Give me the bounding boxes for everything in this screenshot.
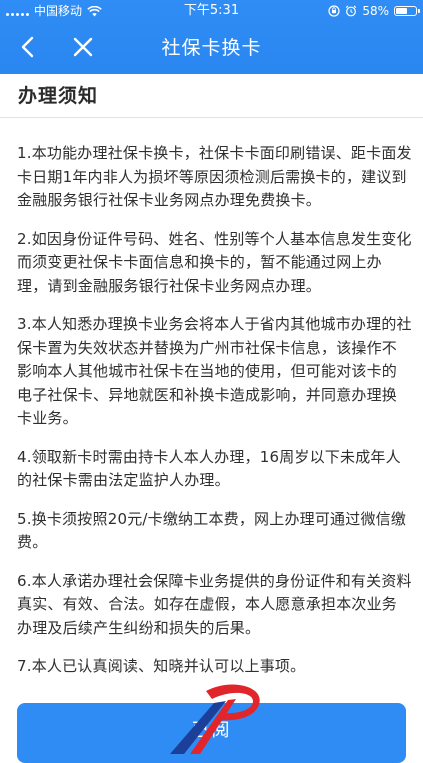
- title-divider: [0, 117, 423, 118]
- status-bar: 中国移动 下午5:31 58%: [0, 0, 423, 22]
- battery-fill: [396, 8, 407, 14]
- notice-item: 3.本人知悉办理换卡业务会将本人于省内其他城市办理的社保卡置为失效状态并替换为广…: [17, 315, 412, 427]
- battery-percent: 58%: [362, 4, 389, 18]
- nav-bar: 社保卡换卡: [0, 22, 423, 72]
- notice-item: 5.换卡须按照20元/卡缴纳工本费，网上办理可通过微信缴费。: [17, 509, 407, 552]
- app-header: 中国移动 下午5:31 58% 社保卡换卡: [0, 0, 423, 74]
- notice-item: 7.本人已认真阅读、知晓并认可以上事项。: [17, 657, 306, 675]
- notice-item: 2.如因身份证件号码、姓名、性别等个人基本信息发生变化而须变更社保卡卡面信息和换…: [17, 229, 412, 295]
- notice-item: 4.领取新卡时需由持卡人本人办理，16周岁以下未成年人的社保卡需由法定监护人办理…: [17, 447, 401, 490]
- battery-icon: [394, 6, 420, 16]
- notice-item: 1.本功能办理社保卡换卡，社保卡卡面印刷错误、距卡面发卡日期1年内非人为损坏等原…: [17, 144, 412, 209]
- notice-item: 6.本人承诺办理社会保障卡业务提供的身份证件和有关资料真实、有效、合法。如存在虚…: [17, 571, 412, 637]
- alarm-icon: [346, 5, 357, 17]
- page-title: 社保卡换卡: [161, 37, 262, 59]
- watermark-logo: [170, 684, 260, 754]
- rotation-lock-icon: [328, 5, 340, 17]
- notice-title: 办理须知: [18, 85, 99, 107]
- notice-list: 1.本功能办理社保卡换卡，社保卡卡面印刷错误、距卡面发卡日期1年内非人为损坏等原…: [17, 142, 412, 694]
- status-right: 58%: [328, 0, 420, 22]
- notice-panel: 办理须知 1.本功能办理社保卡换卡，社保卡卡面印刷错误、距卡面发卡日期1年内非人…: [0, 74, 423, 754]
